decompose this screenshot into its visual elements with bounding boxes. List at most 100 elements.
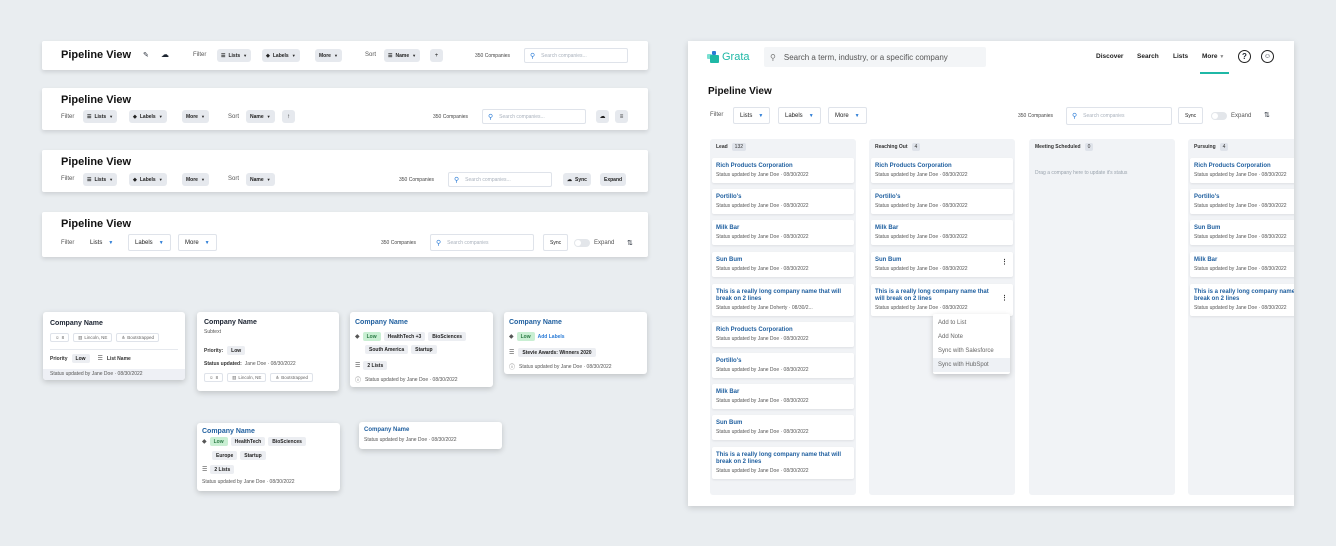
pipeline-card[interactable]: Portillo's Status updated by Jane Doe · 0… [712,189,854,214]
pipeline-card[interactable]: Sun Bum Status updated by Jane Doe · 08/3… [871,252,1013,277]
sort-icon[interactable]: ⇅ [627,239,633,247]
industry-tag[interactable]: HealthTech [230,437,266,446]
expand-button[interactable]: Expand [600,173,627,186]
nav-discover[interactable]: Discover [1096,53,1123,60]
cloud-icon[interactable]: ☁ [161,50,169,59]
menu-icon[interactable]: ≡ [615,110,628,123]
priority-tag[interactable]: Low [516,332,535,341]
company-card-variant-b[interactable]: Company Name Subtext Priority: Low Statu… [197,312,339,391]
company-name[interactable]: Company Name [202,428,255,435]
cloud-sync-button[interactable]: ☁ [596,110,609,123]
pipeline-card[interactable]: Sun Bum Status updated by Jane Doe · 08/3… [712,252,854,277]
lists-dropdown[interactable]: Lists ▼ [83,234,121,251]
lists-dropdown[interactable]: ☰ Lists ▼ [83,173,118,186]
pipeline-card[interactable]: Rich Products Corporation Status updated … [1190,158,1294,183]
stage-tag[interactable]: Startup [240,451,266,460]
lists-tag[interactable]: 2 Lists [363,361,388,370]
labels-dropdown[interactable]: ◆ Labels ▼ [129,173,167,186]
company-name[interactable]: Company Name [364,427,409,433]
more-options-icon[interactable]: ⋮ [1001,294,1008,302]
priority-tag[interactable]: Low [71,354,90,363]
nav-search[interactable]: Search [1137,53,1159,60]
pipeline-card[interactable]: This is a really long company name that … [712,284,854,316]
sort-dropdown[interactable]: Name ▼ [246,173,275,186]
pipeline-card[interactable]: Rich Products Corporation Status updated … [712,322,854,347]
list-name[interactable]: List Name [107,356,131,362]
company-card-variant-d[interactable]: Company Name ◆ Low Add Labels ☰ Stevie A… [504,312,647,374]
labels-dropdown[interactable]: ◆ Labels ▼ [129,110,167,123]
company-card-variant-f[interactable]: Company Name Status updated by Jane Doe … [359,422,502,449]
sort-icon[interactable]: ⇅ [1264,111,1270,119]
more-options-icon[interactable]: ⋮ [1001,258,1008,266]
lists-dropdown[interactable]: ☰ Lists ▼ [83,110,118,123]
sync-button[interactable]: Sync [543,234,569,251]
pipeline-card[interactable]: Portillo's Status updated by Jane Doe · 0… [1190,189,1294,214]
search-input[interactable]: ⚲ Search companies... [482,109,586,124]
region-tag[interactable]: South America [365,345,409,354]
pipeline-card[interactable]: Milk Bar Status updated by Jane Doe · 08/… [1190,252,1294,277]
more-dropdown[interactable]: More ▼ [315,49,342,62]
labels-dropdown[interactable]: Labels ▼ [128,234,171,251]
pipeline-card[interactable]: Portillo's Status updated by Jane Doe · 0… [712,353,854,378]
sort-arrow-up-button[interactable]: ↑ [282,110,295,123]
pipeline-card[interactable]: Rich Products Corporation Status updated … [871,158,1013,183]
more-dropdown[interactable]: More ▼ [182,110,209,123]
company-card-variant-a[interactable]: Company Name ☺ 8 ▥ Lincoln, NE ⋔ Bootstrapp… [43,312,185,380]
company-name[interactable]: Company Name [509,319,562,326]
pipeline-card[interactable]: Milk Bar Status updated by Jane Doe · 08/… [712,384,854,409]
industry-tag[interactable]: HealthTech +3 [383,332,426,341]
pipeline-card[interactable]: This is a really long company name that … [871,284,1013,316]
nav-lists[interactable]: Lists [1173,53,1188,60]
help-icon[interactable]: ? [1238,50,1251,63]
search-input[interactable]: ⚲ Search companies... [448,172,552,187]
pipeline-card[interactable]: Rich Products Corporation Status updated … [712,158,854,183]
pipeline-card[interactable]: Sun Bum Status updated by Jane Doe · 08/3… [1190,220,1294,245]
industry-tag[interactable]: BioSciences [268,437,306,446]
priority-tag[interactable]: Low [209,437,228,446]
company-card-variant-e[interactable]: Company Name ◆ Low HealthTech BioScience… [197,423,340,491]
region-tag[interactable]: Europe [212,451,238,460]
award-tag[interactable]: Stevie Awards: Winners 2020 [518,348,596,357]
search-companies-input[interactable]: ⚲ Search companies [1066,107,1172,125]
labels-dropdown[interactable]: Labels ▼ [778,107,821,124]
pipeline-card[interactable]: Portillo's Status updated by Jane Doe · 0… [871,189,1013,214]
sort-dropdown[interactable]: ☰ Name ▼ [384,49,421,62]
search-input[interactable]: ⚲ Search companies [430,234,534,251]
pipeline-card[interactable]: Milk Bar Status updated by Jane Doe · 08/… [712,220,854,245]
lists-tag[interactable]: 2 Lists [210,465,235,474]
nav-more[interactable]: More ▼ [1202,53,1224,60]
pipeline-card[interactable]: This is a really long company name that … [1190,284,1294,316]
expand-toggle[interactable] [1211,112,1227,120]
more-dropdown[interactable]: More ▼ [182,173,209,186]
menu-item-sync-salesforce[interactable]: Sync with Salesforce [933,344,1010,358]
company-card-variant-c[interactable]: Company Name ◆ Low HealthTech +3 BioScie… [350,312,493,387]
more-dropdown[interactable]: More ▼ [178,234,217,251]
sync-button[interactable]: ☁ Sync [563,173,591,186]
brand-name[interactable]: Grata [722,51,750,63]
priority-tag[interactable]: Low [227,346,246,355]
sync-button[interactable]: Sync [1178,107,1204,124]
more-dropdown[interactable]: More ▼ [828,107,867,124]
lists-dropdown[interactable]: ☰ Lists ▼ [217,49,252,62]
pipeline-card[interactable]: This is a really long company name that … [712,447,854,479]
search-input[interactable]: ⚲ Search companies... [524,48,628,63]
user-icon[interactable]: ☺ [1261,50,1274,63]
lists-dropdown[interactable]: Lists ▼ [733,107,771,124]
menu-item-add-note[interactable]: Add Note [933,330,1010,344]
add-labels-link[interactable]: Add Labels [538,334,565,340]
pipeline-card[interactable]: Sun Bum Status updated by Jane Doe · 08/3… [712,415,854,440]
stage-tag[interactable]: Startup [411,345,437,354]
industry-tag[interactable]: BioSciences [428,332,467,341]
priority-tag[interactable]: Low [362,332,381,341]
labels-dropdown[interactable]: ◆ Labels ▼ [262,49,300,62]
sort-direction-button[interactable]: + [430,49,443,62]
menu-item-add-to-list[interactable]: Add to List [933,316,1010,330]
edit-icon[interactable]: ✎ [143,51,149,59]
company-name[interactable]: Company Name [355,319,408,326]
pipeline-card[interactable]: Milk Bar Status updated by Jane Doe · 08/… [871,220,1013,245]
menu-item-sync-hubspot[interactable]: Sync with HubSpot [933,358,1010,372]
expand-toggle[interactable] [574,239,590,247]
chevron-down-icon: ▼ [758,112,764,119]
sort-dropdown[interactable]: Name ▼ [246,110,275,123]
global-search-input[interactable]: ⚲ Search a term, industry, or a specific… [764,47,986,67]
